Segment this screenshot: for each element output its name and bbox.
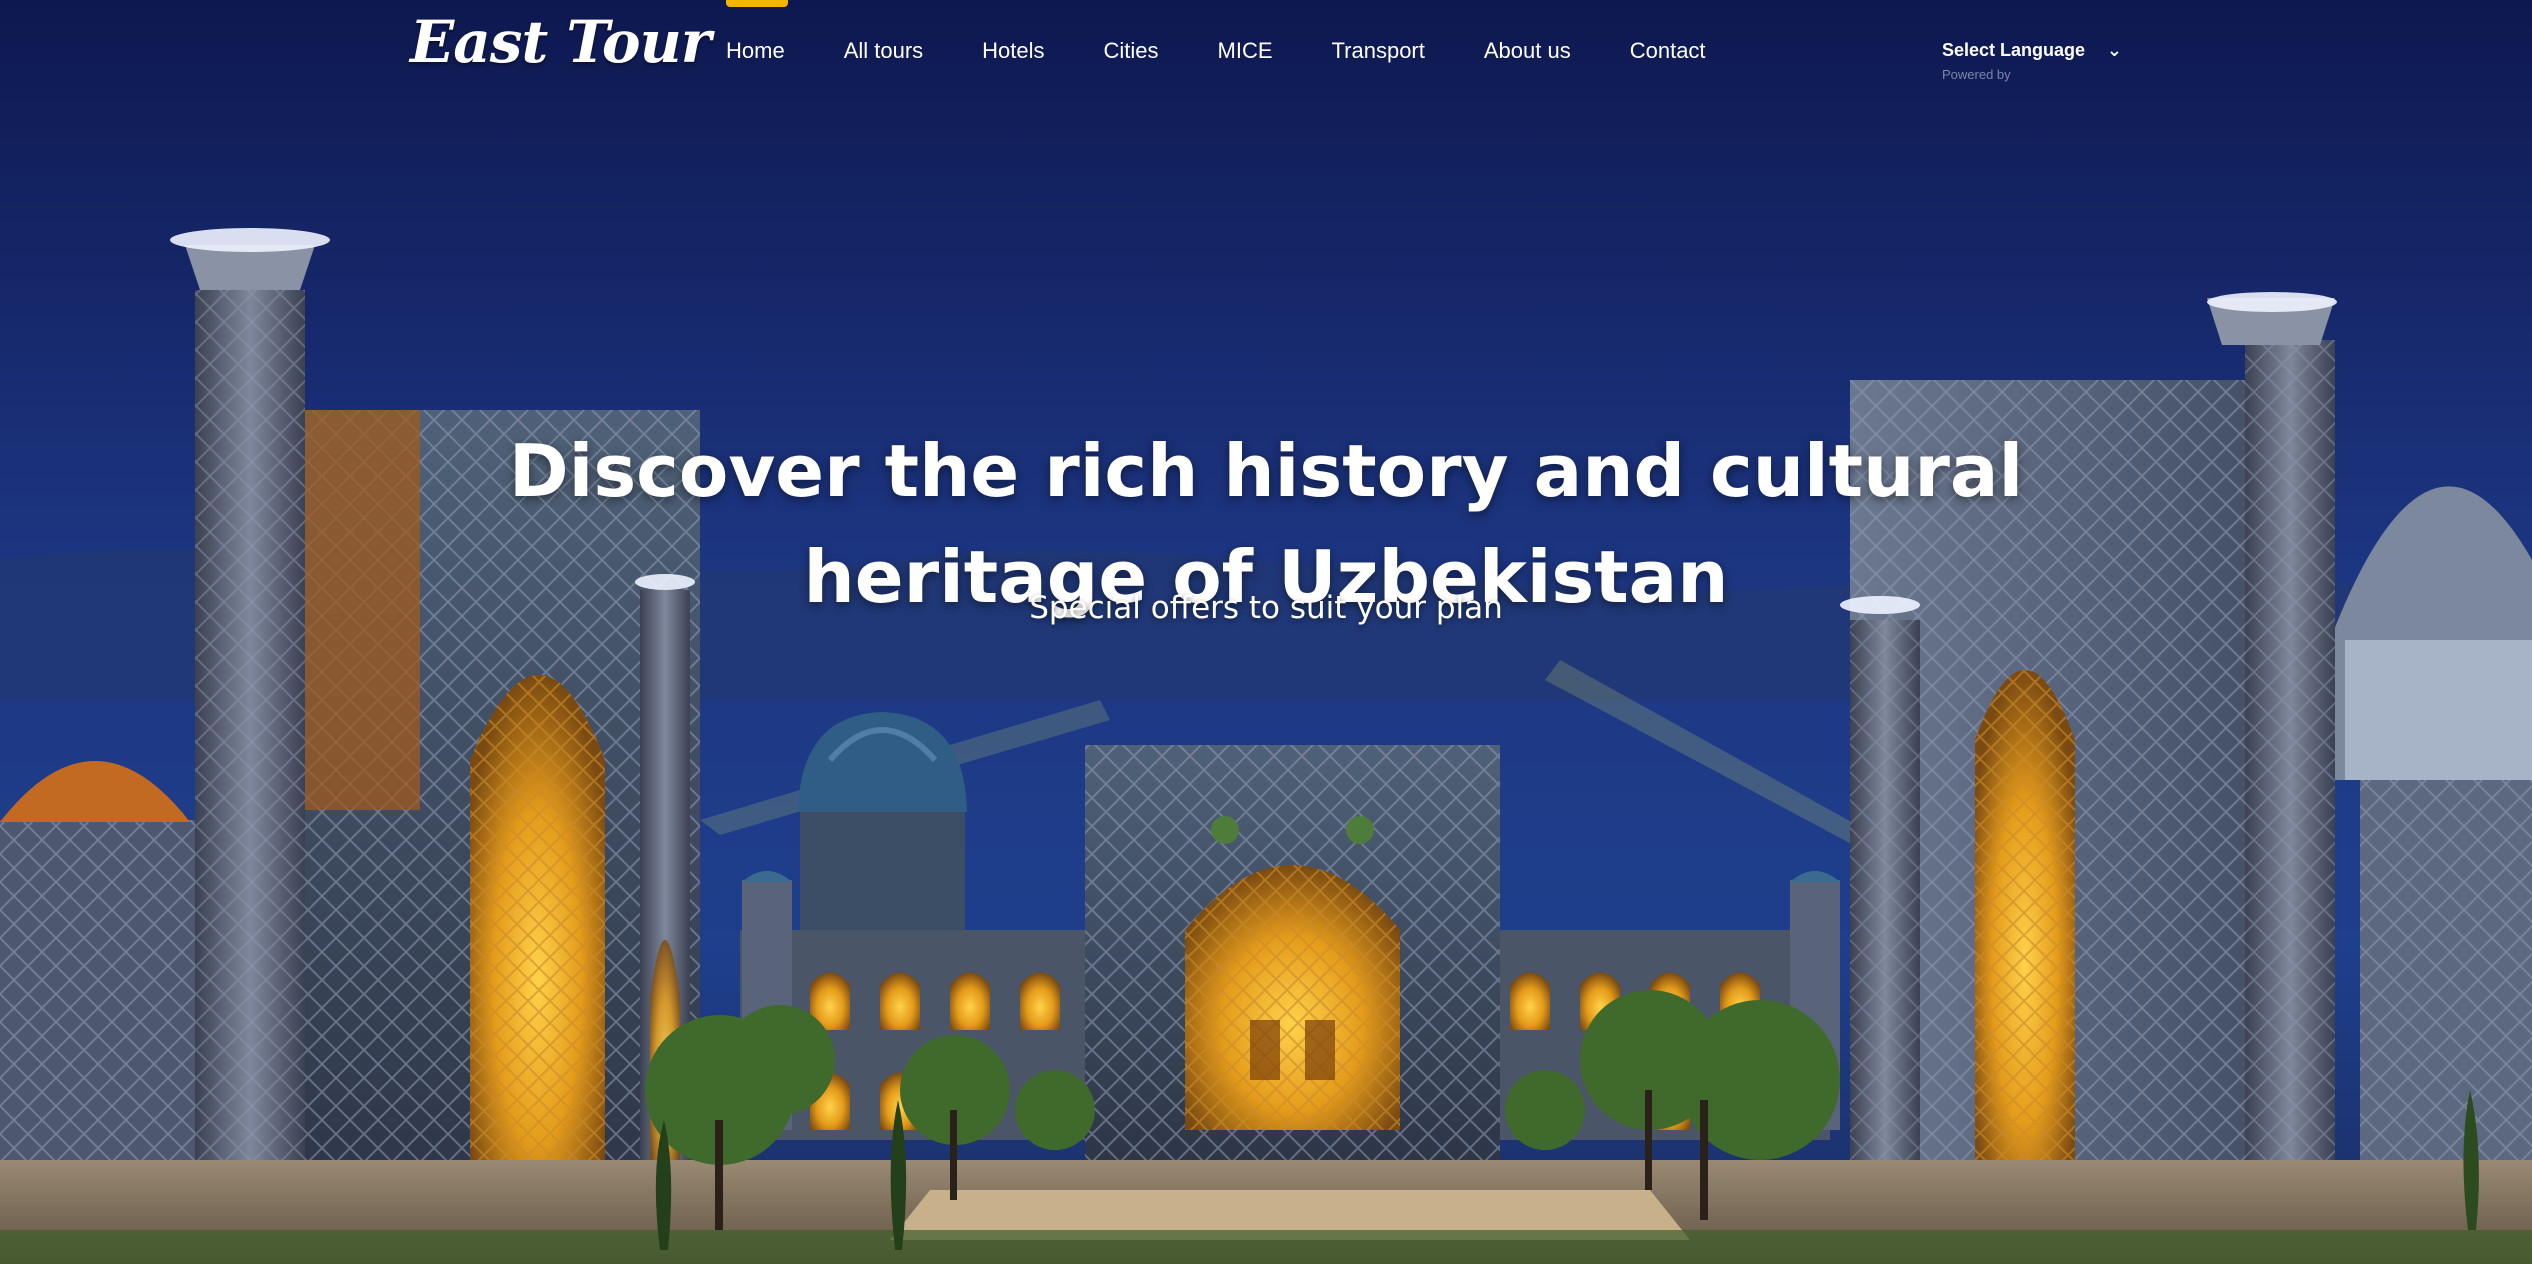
chevron-down-icon: ⌄ bbox=[2106, 40, 2122, 60]
nav-hotels-link[interactable]: Hotels bbox=[982, 0, 1044, 64]
nav-transport-link[interactable]: Transport bbox=[1332, 0, 1425, 64]
hero-section: East Tour Home All tours Hotels Cities M… bbox=[0, 0, 2532, 1264]
nav-home-link[interactable]: Home bbox=[726, 0, 788, 64]
nav-mice-link[interactable]: MICE bbox=[1218, 0, 1273, 64]
hero-title-line-1: Discover the rich history and cultural bbox=[508, 429, 2024, 514]
powered-by-text: Powered by bbox=[1942, 67, 2011, 82]
nav-about-us-link[interactable]: About us bbox=[1484, 0, 1571, 64]
language-select-label: Select Language bbox=[1942, 40, 2086, 60]
main-nav: Home All tours Hotels Cities MICE Transp… bbox=[726, 0, 1765, 110]
hero-background-image bbox=[0, 0, 2532, 1264]
east-tour-logo[interactable]: East Tour bbox=[410, 8, 711, 76]
nav-cities-link[interactable]: Cities bbox=[1104, 0, 1159, 64]
hero-subtitle: Special offers to suit your plan bbox=[1029, 590, 1503, 626]
top-navigation-bar: East Tour Home All tours Hotels Cities M… bbox=[0, 0, 2532, 110]
nav-all-tours-link[interactable]: All tours bbox=[844, 0, 923, 64]
language-select[interactable]: Select Language ⌄ bbox=[1942, 40, 2122, 61]
language-selector: Select Language ⌄ Powered by bbox=[1942, 40, 2122, 82]
nav-contact-link[interactable]: Contact bbox=[1630, 0, 1706, 64]
